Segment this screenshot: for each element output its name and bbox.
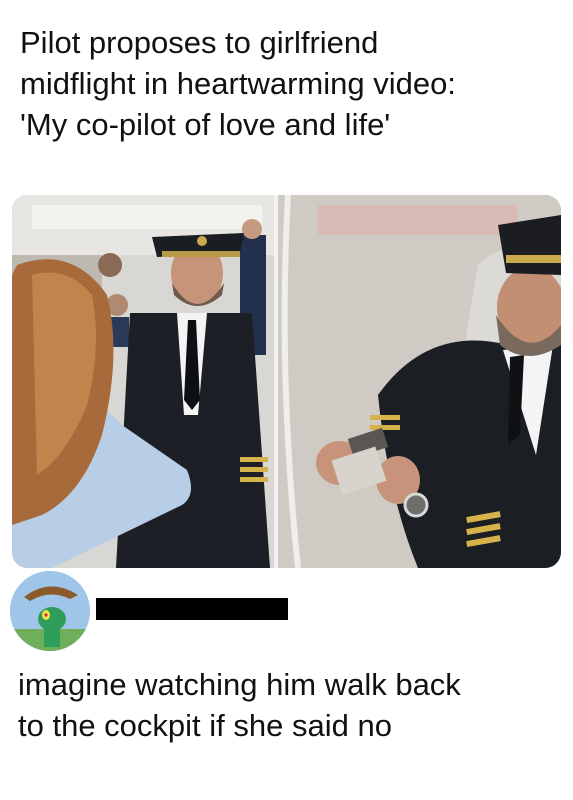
headline: Pilot proposes to girlfriend midflight i… (20, 22, 560, 145)
photo-pilot-standing (12, 195, 274, 568)
commenter-avatar[interactable] (10, 571, 90, 651)
headline-line-2: midflight in heartwarming video: (20, 66, 456, 101)
headline-line-3: 'My co-pilot of love and life' (20, 107, 391, 142)
headline-line-1: Pilot proposes to girlfriend (20, 25, 379, 60)
photo-pilot-ring-box (278, 195, 561, 568)
comment-line-1: imagine watching him walk back (18, 667, 461, 702)
news-photo (12, 195, 561, 568)
comment-line-2: to the cockpit if she said no (18, 708, 392, 743)
comment-text: imagine watching him walk back to the co… (18, 664, 563, 746)
redacted-username (96, 598, 288, 620)
